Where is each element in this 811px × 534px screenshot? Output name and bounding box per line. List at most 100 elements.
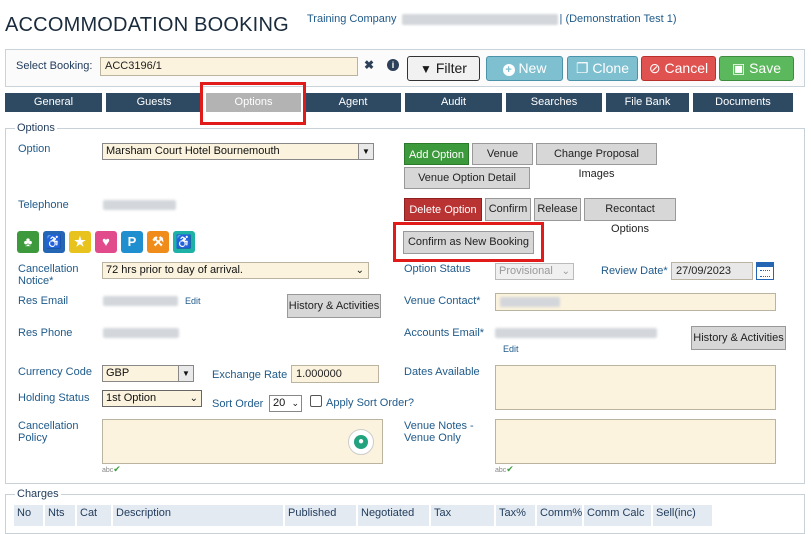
cancellation-notice-label: Cancellation Notice* bbox=[18, 263, 79, 287]
add-option-button[interactable]: Add Option bbox=[404, 143, 469, 165]
col-header-cat: Cat bbox=[77, 505, 112, 526]
options-legend: Options bbox=[15, 122, 57, 134]
exchange-rate-label: Exchange Rate bbox=[212, 369, 288, 381]
accessible-icon: ♿ bbox=[43, 231, 65, 253]
amenity-icons: ♣ ♿ ★ ♥ P ⚒ ♿ bbox=[17, 231, 195, 253]
review-date-input[interactable]: 27/09/2023 bbox=[671, 262, 753, 280]
award-icon: ★ bbox=[69, 231, 91, 253]
col-header-nts: Nts bbox=[45, 505, 76, 526]
wedding-icon: ♥ bbox=[95, 231, 117, 253]
chevron-down-icon: ⌄ bbox=[189, 393, 198, 404]
venue-notes-spellcheck-label: abc bbox=[495, 467, 507, 474]
tab-highlight bbox=[200, 82, 306, 125]
calendar-icon[interactable] bbox=[756, 262, 774, 280]
calendar-header bbox=[757, 263, 773, 267]
cancel-button[interactable]: ⊘ Cancel bbox=[641, 56, 716, 81]
clone-button[interactable]: ❐ Clone bbox=[567, 56, 638, 81]
res-email-value bbox=[103, 296, 178, 306]
save-icon: ▣ bbox=[731, 60, 746, 76]
option-select[interactable]: Marsham Court Hotel Bournemouth ▼ bbox=[102, 143, 374, 160]
apply-sort-checkbox[interactable] bbox=[310, 395, 322, 407]
history-activities-button[interactable]: History & Activities bbox=[287, 294, 381, 318]
dates-available-textarea[interactable] bbox=[495, 365, 776, 410]
holding-status-value: 1st Option bbox=[106, 392, 157, 404]
col-header-published: Published bbox=[285, 505, 357, 526]
tab-general[interactable]: General bbox=[5, 93, 102, 112]
garden-icon: ♣ bbox=[17, 231, 39, 253]
sort-order-select[interactable]: 20 ⌄ bbox=[269, 395, 302, 412]
save-label: Save bbox=[749, 60, 782, 76]
chevron-down-icon: ⌄ bbox=[355, 265, 364, 276]
venue-contact-input[interactable] bbox=[495, 293, 776, 311]
currency-select[interactable]: GBP ▼ bbox=[102, 365, 194, 382]
exchange-rate-input[interactable]: 1.000000 bbox=[291, 365, 379, 383]
page-title: ACCOMMODATION BOOKING bbox=[5, 14, 289, 36]
col-header-comm-pct: Comm% bbox=[537, 505, 583, 526]
col-header-negotiated: Negotiated bbox=[358, 505, 430, 526]
chevron-down-icon: ▼ bbox=[178, 366, 193, 381]
accounts-email-edit-link[interactable]: Edit bbox=[503, 344, 519, 354]
accounts-email-label: Accounts Email* bbox=[404, 327, 485, 339]
sort-order-label: Sort Order bbox=[212, 398, 264, 410]
venue-contact-value bbox=[500, 297, 560, 307]
save-button[interactable]: ▣ Save bbox=[719, 56, 794, 81]
lightbulb-icon: ● bbox=[354, 435, 368, 449]
accounts-history-activities-button[interactable]: History & Activities bbox=[691, 326, 786, 350]
holding-status-select[interactable]: 1st Option ⌄ bbox=[102, 390, 202, 407]
company-suffix: | (Demonstration Test 1) bbox=[559, 13, 677, 25]
cancellation-notice-select[interactable]: 72 hrs prior to day of arrival. ⌄ bbox=[102, 262, 369, 279]
res-email-edit-link[interactable]: Edit bbox=[185, 296, 201, 306]
tab-searches[interactable]: Searches bbox=[506, 93, 602, 112]
ban-icon: ⊘ bbox=[648, 60, 661, 76]
dates-available-label: Dates Available bbox=[404, 366, 480, 378]
confirm-button[interactable]: Confirm bbox=[485, 198, 531, 221]
chevron-down-icon: ▼ bbox=[358, 144, 373, 159]
tab-documents[interactable]: Documents bbox=[693, 93, 793, 112]
res-email-label: Res Email bbox=[18, 295, 69, 307]
res-phone-value bbox=[103, 328, 179, 338]
option-status-label: Option Status bbox=[404, 263, 471, 275]
cancellation-notice-value: 72 hrs prior to day of arrival. bbox=[106, 264, 243, 276]
filter-icon: ▼ bbox=[420, 62, 432, 76]
delete-option-button[interactable]: Delete Option bbox=[404, 198, 482, 221]
venue-button[interactable]: Venue bbox=[472, 143, 533, 165]
currency-label: Currency Code bbox=[18, 366, 92, 378]
tab-agent[interactable]: Agent bbox=[305, 93, 401, 112]
tab-guests[interactable]: Guests bbox=[106, 93, 202, 112]
filter-label: Filter bbox=[435, 60, 467, 76]
redacted-company-name bbox=[401, 13, 558, 25]
new-button[interactable]: + New bbox=[486, 56, 563, 81]
tab-file-bank[interactable]: File Bank bbox=[606, 93, 689, 112]
info-icon[interactable]: i bbox=[387, 59, 399, 71]
cancel-label: Cancel bbox=[664, 60, 709, 76]
chevron-down-icon: ⌄ bbox=[561, 266, 570, 277]
clone-label: Clone bbox=[592, 60, 630, 76]
col-header-no: No bbox=[14, 505, 44, 526]
confirm-highlight bbox=[393, 222, 544, 262]
venue-option-detail-button[interactable]: Venue Option Detail bbox=[404, 167, 530, 189]
option-status-value: Provisional bbox=[499, 265, 553, 277]
venue-notes-label: Venue Notes - Venue Only bbox=[404, 420, 474, 444]
charges-legend: Charges bbox=[15, 488, 61, 500]
review-date-label: Review Date* bbox=[601, 265, 668, 277]
calendar-grid bbox=[760, 270, 770, 277]
option-status-select[interactable]: Provisional ⌄ bbox=[495, 263, 574, 280]
accessible-room-icon: ♿ bbox=[173, 231, 195, 253]
recontact-options-button[interactable]: Recontact Options bbox=[584, 198, 676, 235]
spellcheck-icon: abc✔ bbox=[102, 464, 121, 474]
lightbulb-button[interactable]: ● bbox=[348, 429, 374, 455]
change-proposal-images-button[interactable]: Change Proposal Images bbox=[536, 143, 657, 180]
venue-notes-textarea[interactable] bbox=[495, 419, 776, 464]
tab-audit[interactable]: Audit bbox=[405, 93, 502, 112]
release-button[interactable]: Release bbox=[534, 198, 581, 221]
col-header-comm-calc: Comm Calc bbox=[584, 505, 652, 526]
booking-select-input[interactable]: ACC3196/1 bbox=[100, 57, 358, 76]
plus-circle-icon: + bbox=[502, 64, 515, 76]
filter-button[interactable]: ▼ Filter bbox=[407, 56, 480, 81]
clear-icon[interactable]: ✖ bbox=[364, 58, 376, 72]
currency-value: GBP bbox=[106, 367, 130, 379]
venue-contact-label: Venue Contact* bbox=[404, 295, 481, 307]
option-select-value: Marsham Court Hotel Bournemouth bbox=[106, 145, 280, 157]
spellcheck-label: abc bbox=[102, 467, 114, 474]
cancellation-policy-textarea[interactable] bbox=[102, 419, 383, 464]
